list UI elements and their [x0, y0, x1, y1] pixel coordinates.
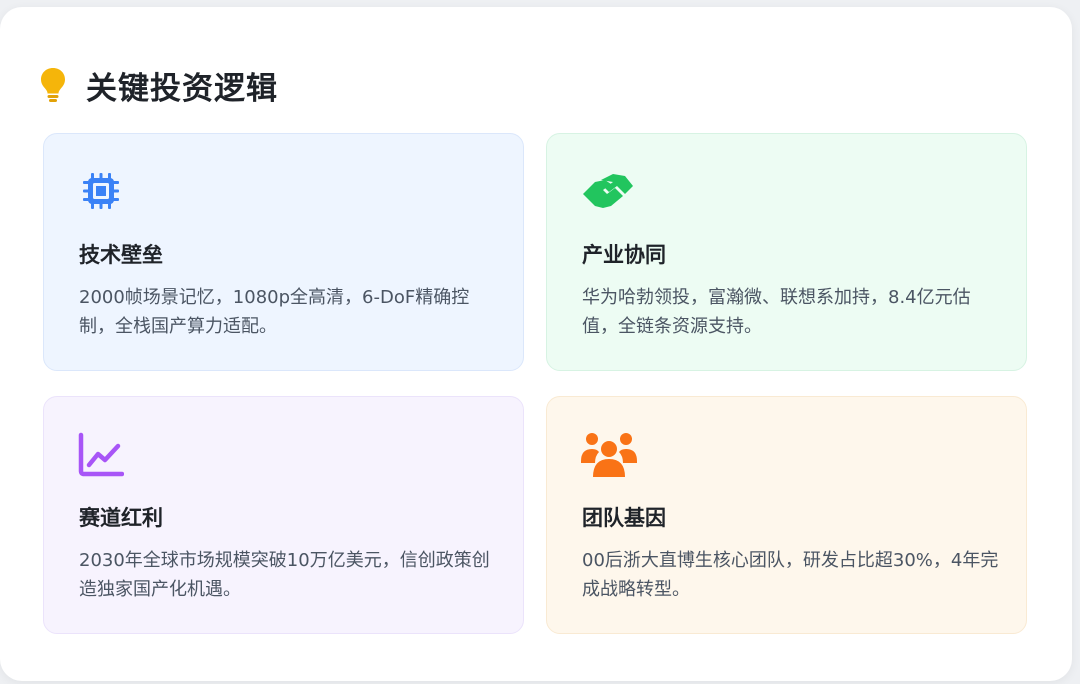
line-chart-icon — [78, 431, 125, 477]
card-tech-barrier: 技术壁垒 2000帧场景记忆，1080p全高清，6-DoF精确控制，全栈国产算力… — [43, 133, 524, 371]
card-description: 华为哈勃领投，富瀚微、联想系加持，8.4亿元估值，全链条资源支持。 — [582, 287, 971, 337]
investment-logic-panel: 关键投资逻辑 技术壁垒 2000帧场景记忆，1080p全高清，6-DoF精确控制… — [0, 7, 1072, 681]
section-title: 关键投资逻辑 — [86, 70, 278, 107]
team-users-icon — [581, 431, 637, 477]
card-title: 团队基因 — [582, 506, 666, 530]
card-title: 产业协同 — [582, 243, 666, 267]
lightbulb-icon — [40, 65, 70, 105]
cpu-chip-icon — [78, 168, 124, 214]
card-track-dividend: 赛道红利 2030年全球市场规模突破10万亿美元，信创政策创造独家国产化机遇。 — [43, 396, 524, 634]
card-description: 2000帧场景记忆，1080p全高清，6-DoF精确控制，全栈国产算力适配。 — [79, 287, 470, 337]
card-title: 技术壁垒 — [79, 243, 163, 267]
card-team-genes: 团队基因 00后浙大直博生核心团队，研发占比超30%，4年完成战略转型。 — [546, 396, 1027, 634]
section-header: 关键投资逻辑 — [40, 63, 278, 107]
card-industry-synergy: 产业协同 华为哈勃领投，富瀚微、联想系加持，8.4亿元估值，全链条资源支持。 — [546, 133, 1027, 371]
handshake-icon — [581, 168, 633, 214]
card-description: 2030年全球市场规模突破10万亿美元，信创政策创造独家国产化机遇。 — [79, 550, 490, 600]
card-description: 00后浙大直博生核心团队，研发占比超30%，4年完成战略转型。 — [582, 550, 999, 600]
card-title: 赛道红利 — [79, 506, 163, 530]
